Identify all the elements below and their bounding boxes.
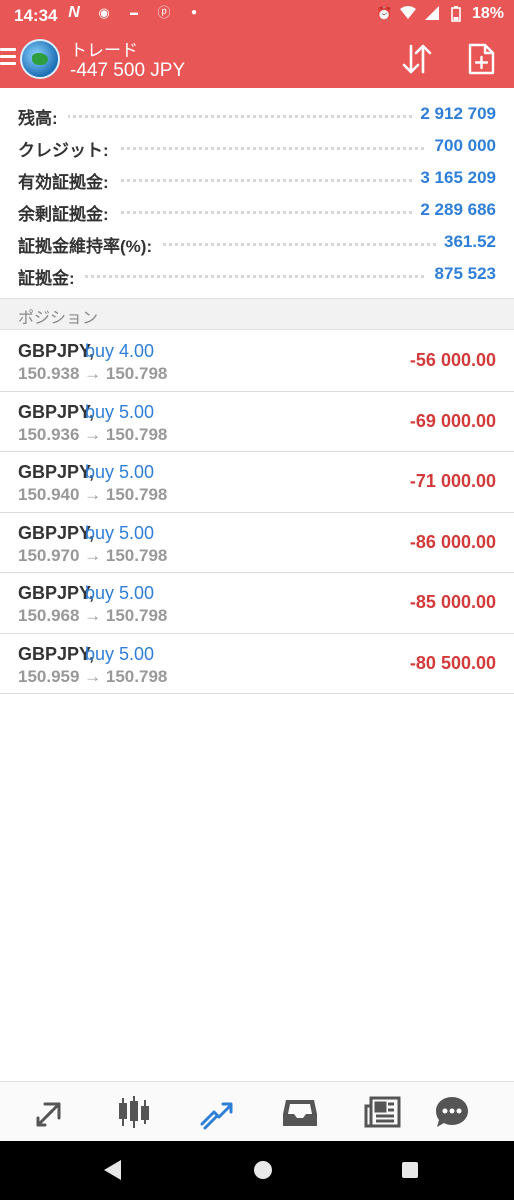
sort-icon[interactable]: [400, 42, 434, 76]
summary-row-margin-level: 証拠金維持率(%): 361.52: [0, 226, 514, 258]
positions-title: ポジション: [18, 310, 99, 327]
status-time: 14:34: [14, 6, 58, 25]
position-symbol: GBPJPY,: [18, 462, 95, 482]
summary-row-balance: 残高: 2 912 709: [0, 98, 514, 130]
history-inbox-icon[interactable]: [280, 1092, 320, 1132]
status-system-icons: ⏰ 18%: [376, 5, 504, 23]
summary-value: 875 523: [426, 264, 496, 284]
summary-row-free-margin: 余剰証拠金: 2 289 686: [0, 194, 514, 226]
position-profit: -69 000.00: [409, 410, 496, 431]
position-type: buy 5.00: [85, 462, 155, 482]
position-symbol: GBPJPY,: [18, 401, 95, 422]
app-bar: トレード -447 500 JPY: [0, 30, 514, 88]
position-prices: 150.968 → 150.798: [18, 606, 168, 625]
summary-label: 証拠金維持率(%):: [18, 232, 163, 257]
status-notification-icons: N ◉ ▬ ⓟ ●: [66, 5, 202, 21]
positions-section-header: ポジション: [0, 298, 514, 330]
quotes-icon[interactable]: [31, 1092, 71, 1132]
top-bar: 14:34 N ◉ ▬ ⓟ ● ⏰ 18% トレード -447 500 JPY: [0, 0, 514, 88]
wifi-icon: [399, 6, 416, 22]
summary-row-equity: 有効証拠金: 3 165 209: [0, 162, 514, 194]
summary-label: 残高:: [18, 104, 68, 129]
summary-row-credit: クレジット: 700 000: [0, 130, 514, 162]
summary-label: クレジット:: [18, 136, 119, 161]
position-type: buy 5.00: [85, 522, 155, 543]
home-icon[interactable]: [254, 1161, 272, 1179]
total-profit: -447 500 JPY: [70, 60, 186, 81]
dotted-leader: [18, 275, 496, 278]
netflix-n-icon: N: [68, 4, 80, 21]
screen-title: トレード: [70, 41, 138, 60]
position-symbol: GBPJPY,: [18, 583, 95, 603]
position-profit: -80 500.00: [409, 652, 496, 673]
position-row[interactable]: GBPJPY, buy 5.00 150.940 → 150.798 -71 0…: [0, 452, 514, 513]
position-profit: -85 000.00: [409, 592, 496, 612]
position-row[interactable]: GBPJPY, buy 5.00 150.970 → 150.798 -86 0…: [0, 513, 514, 573]
summary-value: 2 912 709: [412, 104, 496, 124]
position-type: buy 4.00: [85, 341, 155, 361]
new-order-icon[interactable]: [466, 42, 496, 76]
summary-label: 証拠金:: [18, 264, 85, 289]
position-row[interactable]: GBPJPY, buy 5.00 150.968 → 150.798 -85 0…: [0, 573, 514, 634]
status-bar: 14:34 N ◉ ▬ ⓟ ● ⏰ 18%: [0, 0, 514, 30]
position-prices: 150.970 → 150.798: [18, 545, 168, 565]
trade-icon[interactable]: [197, 1092, 237, 1132]
position-profit: -56 000.00: [409, 350, 496, 370]
summary-value: 700 000: [426, 136, 496, 156]
android-nav-bar: [0, 1141, 514, 1200]
p-circle-icon: ⓟ: [157, 5, 171, 20]
position-row[interactable]: GBPJPY, buy 4.00 150.938 → 150.798 -56 0…: [0, 331, 514, 392]
summary-label: 余剰証拠金:: [18, 200, 119, 225]
summary-value: 3 165 209: [412, 168, 496, 188]
dot-icon: ●: [190, 7, 198, 18]
app-logo[interactable]: [20, 39, 60, 79]
news-icon[interactable]: [363, 1092, 403, 1132]
alarm-icon: ⏰: [375, 6, 393, 21]
battery-icon: [448, 6, 464, 22]
messages-icon[interactable]: [432, 1092, 472, 1132]
position-symbol: GBPJPY,: [18, 643, 95, 664]
summary-value: 2 289 686: [412, 200, 496, 220]
summary-row-margin: 証拠金: 875 523: [0, 258, 514, 290]
back-icon[interactable]: [104, 1160, 121, 1180]
position-profit: -86 000.00: [409, 531, 496, 552]
recent-apps-icon[interactable]: [402, 1162, 418, 1178]
app-notification-icon: ▬: [130, 8, 138, 17]
position-prices: 150.938 → 150.798: [18, 364, 168, 383]
position-prices: 150.940 → 150.798: [18, 485, 168, 504]
menu-icon[interactable]: [0, 48, 16, 66]
position-row[interactable]: GBPJPY, buy 5.00 150.959 → 150.798 -80 5…: [0, 634, 514, 694]
position-prices: 150.959 → 150.798: [18, 666, 168, 686]
eye-icon: ◉: [98, 5, 110, 20]
position-type: buy 5.00: [85, 401, 155, 422]
positions-list: GBPJPY, buy 4.00 150.938 → 150.798 -56 0…: [0, 331, 514, 694]
position-symbol: GBPJPY,: [18, 522, 95, 543]
signal-icon: [424, 6, 440, 22]
bottom-navigation: [0, 1081, 514, 1141]
summary-label: 有効証拠金:: [18, 168, 119, 193]
position-type: buy 5.00: [85, 583, 155, 603]
account-summary: 残高: 2 912 709 クレジット: 700 000 有効証拠金: 3 16…: [0, 98, 514, 290]
summary-value: 361.52: [436, 232, 496, 252]
position-row[interactable]: GBPJPY, buy 5.00 150.936 → 150.798 -69 0…: [0, 392, 514, 452]
position-type: buy 5.00: [85, 643, 155, 664]
position-profit: -71 000.00: [409, 471, 496, 491]
position-prices: 150.936 → 150.798: [18, 424, 168, 444]
chart-candles-icon[interactable]: [114, 1092, 154, 1132]
battery-percent: 18%: [471, 5, 504, 22]
position-symbol: GBPJPY,: [18, 341, 95, 361]
